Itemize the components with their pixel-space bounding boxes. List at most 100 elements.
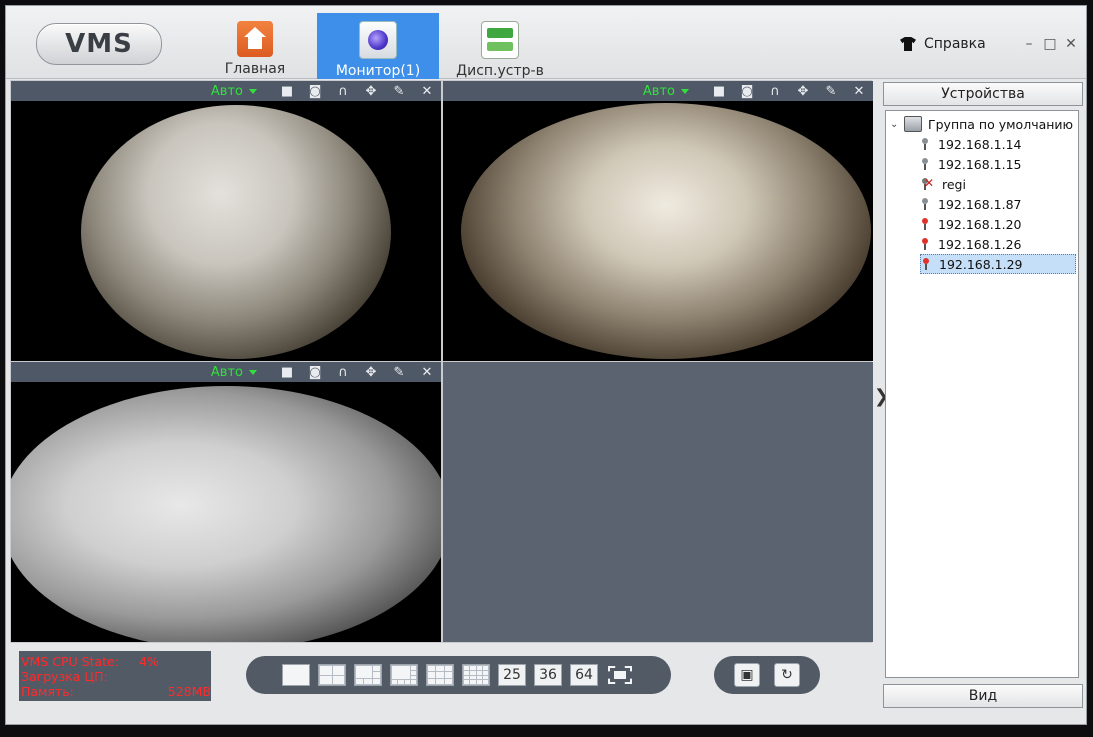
home-icon	[237, 21, 273, 57]
device-label: 192.168.1.20	[938, 216, 1022, 232]
video-pane-2[interactable]: Авто ■ ◙ ∩ ✥ ✎ ✕	[443, 81, 873, 361]
video-pane-4-empty[interactable]	[443, 362, 873, 642]
color-adjust-icon[interactable]: ✎	[817, 81, 845, 101]
device-label: 192.168.1.87	[938, 196, 1022, 212]
view-tab[interactable]: Вид	[883, 684, 1083, 708]
devices-panel: Устройства ⌄ Группа по умолчанию 192.168…	[883, 82, 1083, 708]
help-button[interactable]: Справка	[900, 36, 986, 52]
video-grid: Авто ■ ◙ ∩ ✥ ✎ ✕ Авто ■ ◙ ∩ ✥ ✎ ✕ Авто ■…	[10, 80, 873, 643]
fullscreen-icon[interactable]	[606, 664, 634, 686]
layout-64-button[interactable]: 64	[570, 664, 598, 686]
tab-monitor[interactable]: Монитор(1)	[317, 13, 439, 79]
memory-value: 528MB	[167, 684, 211, 699]
layout-16-button[interactable]	[462, 664, 490, 686]
ptz-icon[interactable]: ✥	[789, 81, 817, 101]
record-icon[interactable]: ■	[273, 362, 301, 382]
pane-toolbar: Авто ■ ◙ ∩ ✥ ✎ ✕	[11, 81, 441, 101]
record-icon[interactable]: ■	[273, 81, 301, 101]
device-label: 192.168.1.14	[938, 136, 1022, 152]
stream-select[interactable]: Авто	[643, 84, 675, 99]
camera-online-icon	[920, 138, 930, 150]
cpu-value: 4%	[139, 654, 159, 669]
header: VMS Главная Монитор(1) Дисп.устр-в Справ…	[6, 6, 1086, 79]
close-icon[interactable]: ✕	[413, 81, 441, 101]
tab-home[interactable]: Главная	[194, 13, 316, 79]
load-value	[125, 669, 139, 684]
device-label: 192.168.1.26	[938, 236, 1022, 252]
video-pane-1[interactable]: Авто ■ ◙ ∩ ✥ ✎ ✕	[11, 81, 441, 361]
pane-toolbar: Авто ■ ◙ ∩ ✥ ✎ ✕	[11, 362, 441, 382]
layout-4-button[interactable]	[318, 664, 346, 686]
tree-device-selected[interactable]: 192.168.1.29	[920, 254, 1076, 274]
camera-feed	[11, 386, 441, 642]
camera-online-icon	[920, 198, 930, 210]
cpu-label: VMS CPU State:	[21, 654, 119, 669]
tab-device-manager[interactable]: Дисп.устр-в	[439, 13, 561, 79]
devices-header: Устройства	[883, 82, 1083, 106]
video-pane-3[interactable]: Авто ■ ◙ ∩ ✥ ✎ ✕	[11, 362, 441, 642]
layout-36-button[interactable]: 36	[534, 664, 562, 686]
load-label: Загрузка ЦП:	[21, 669, 108, 684]
camera-alarm-icon	[920, 238, 930, 250]
help-label: Справка	[924, 36, 986, 52]
maximize-button[interactable]: □	[1043, 36, 1057, 52]
pane-toolbar: Авто ■ ◙ ∩ ✥ ✎ ✕	[443, 81, 873, 101]
close-icon[interactable]: ✕	[413, 362, 441, 382]
tree-device[interactable]: 192.168.1.20	[920, 214, 1076, 234]
vms-logo: VMS	[36, 23, 162, 65]
tree-device[interactable]: 192.168.1.87	[920, 194, 1076, 214]
camera-feed	[461, 103, 871, 359]
tree-device[interactable]: ✕ regi	[920, 174, 1076, 194]
save-icon[interactable]: ▣	[734, 663, 760, 687]
action-toolbar: ▣ ↻	[714, 656, 820, 694]
layout-25-button[interactable]: 25	[498, 664, 526, 686]
camera-alarm-icon	[920, 218, 930, 230]
layout-toolbar: 25 36 64	[246, 656, 671, 694]
device-tree: ⌄ Группа по умолчанию 192.168.1.14 192.1…	[885, 110, 1079, 678]
camera-feed	[81, 105, 391, 359]
minimize-button[interactable]: –	[1022, 36, 1036, 52]
device-label: 192.168.1.29	[939, 256, 1023, 272]
camera-alarm-icon	[921, 258, 931, 270]
device-label: regi	[942, 176, 966, 192]
memory-label: Память:	[21, 684, 74, 699]
group-icon	[904, 116, 922, 132]
layout-6-button[interactable]	[354, 664, 382, 686]
camera-online-icon	[920, 158, 930, 170]
tree-group-default[interactable]: ⌄ Группа по умолчанию	[890, 114, 1073, 134]
layout-9-button[interactable]	[426, 664, 454, 686]
snapshot-icon[interactable]: ◙	[733, 81, 761, 101]
tree-device[interactable]: 192.168.1.26	[920, 234, 1076, 254]
snapshot-icon[interactable]: ◙	[301, 362, 329, 382]
chevron-down-icon[interactable]: ⌄	[890, 119, 898, 130]
layout-1-button[interactable]	[282, 664, 310, 686]
tab-monitor-label: Монитор(1)	[335, 63, 421, 79]
close-window-button[interactable]: ✕	[1064, 36, 1078, 52]
window-controls: – □ ✕	[1022, 36, 1078, 52]
chevron-down-icon[interactable]	[249, 369, 257, 375]
chevron-down-icon[interactable]	[681, 88, 689, 94]
group-label: Группа по умолчанию	[928, 116, 1074, 132]
stream-select[interactable]: Авто	[211, 365, 243, 380]
record-icon[interactable]: ■	[705, 81, 733, 101]
system-stats: VMS CPU State: 4% Загрузка ЦП: Память: 528…	[19, 651, 211, 701]
color-adjust-icon[interactable]: ✎	[385, 81, 413, 101]
ptz-icon[interactable]: ✥	[357, 362, 385, 382]
tab-device-manager-label: Дисп.устр-в	[456, 63, 544, 79]
chevron-down-icon[interactable]	[249, 88, 257, 94]
layout-8-button[interactable]	[390, 664, 418, 686]
color-adjust-icon[interactable]: ✎	[385, 362, 413, 382]
snapshot-icon[interactable]: ◙	[301, 81, 329, 101]
audio-icon[interactable]: ∩	[329, 362, 357, 382]
audio-icon[interactable]: ∩	[329, 81, 357, 101]
monitor-icon	[359, 21, 397, 59]
close-icon[interactable]: ✕	[845, 81, 873, 101]
cycle-icon[interactable]: ↻	[774, 663, 800, 687]
audio-icon[interactable]: ∩	[761, 81, 789, 101]
ptz-icon[interactable]: ✥	[357, 81, 385, 101]
camera-offline-icon: ✕	[920, 176, 934, 190]
tree-device[interactable]: 192.168.1.15	[920, 154, 1076, 174]
tree-device[interactable]: 192.168.1.14	[920, 134, 1076, 154]
stream-select[interactable]: Авто	[211, 84, 243, 99]
vms-window: VMS Главная Монитор(1) Дисп.устр-в Справ…	[5, 5, 1087, 725]
